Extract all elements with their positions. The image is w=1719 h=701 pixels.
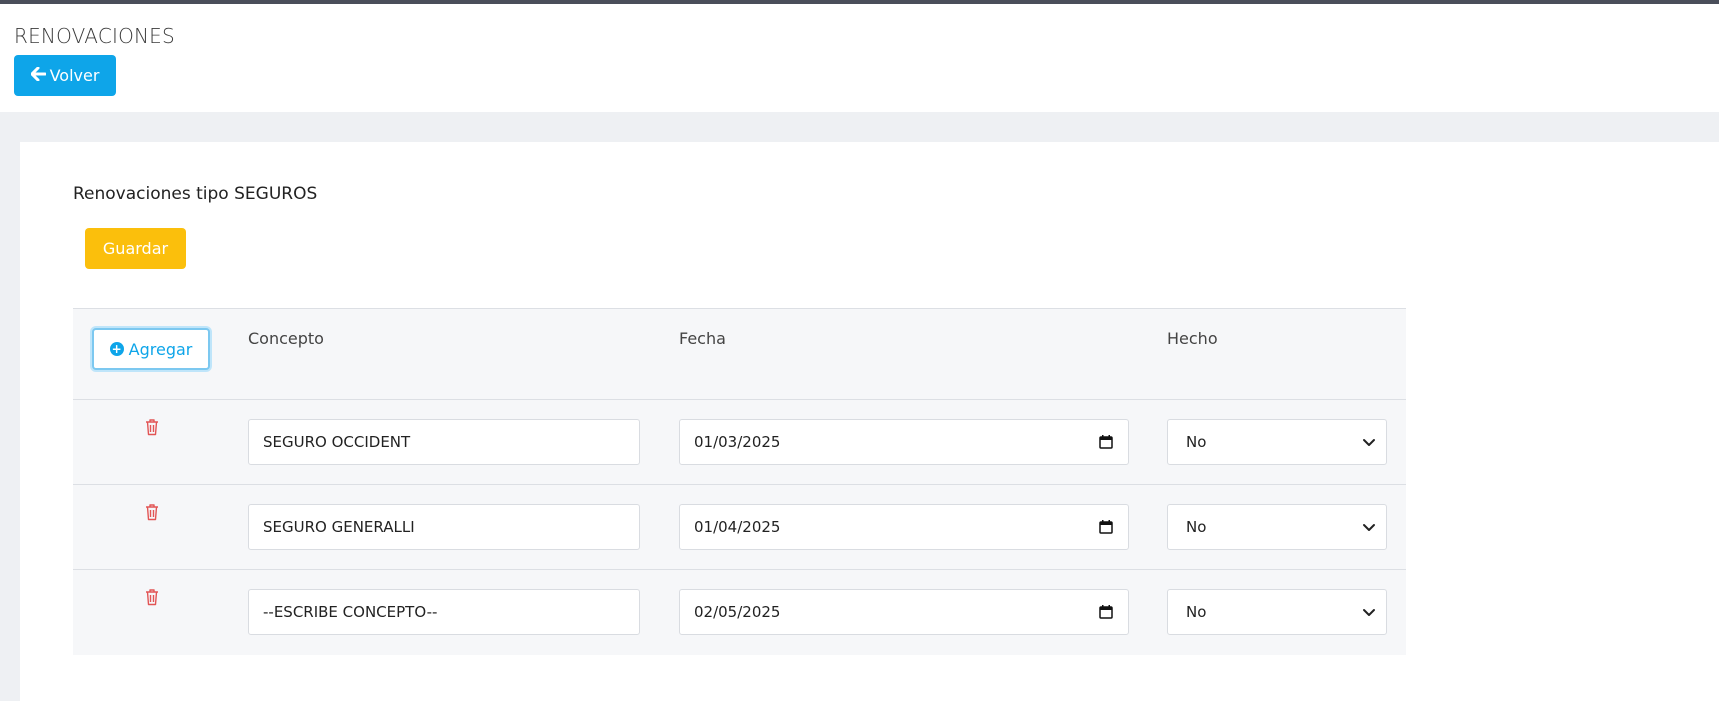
- hecho-select[interactable]: No: [1167, 589, 1387, 635]
- add-row-label: Agregar: [128, 339, 193, 359]
- chevron-down-icon: [1362, 435, 1376, 449]
- column-header-concepto: Concepto: [248, 329, 324, 348]
- hecho-select[interactable]: No: [1167, 419, 1387, 465]
- save-button[interactable]: Guardar: [85, 228, 186, 269]
- hecho-value: No: [1186, 433, 1207, 451]
- concepto-input[interactable]: SEGURO OCCIDENT: [248, 419, 640, 465]
- fecha-value: 02/05/2025: [694, 603, 781, 621]
- fecha-value: 01/04/2025: [694, 518, 781, 536]
- hecho-value: No: [1186, 518, 1207, 536]
- hecho-value: No: [1186, 603, 1207, 621]
- renewals-table: + Agregar Concepto Fecha Hecho SEGURO OC…: [73, 308, 1406, 655]
- column-header-hecho: Hecho: [1167, 329, 1218, 348]
- page-title: RENOVACIONES: [14, 24, 175, 48]
- hecho-select[interactable]: No: [1167, 504, 1387, 550]
- page-header: RENOVACIONES Volver: [0, 4, 1719, 112]
- trash-icon[interactable]: [145, 588, 159, 606]
- table-row: SEGURO OCCIDENT 01/03/2025 No: [73, 400, 1406, 485]
- calendar-icon[interactable]: [1098, 434, 1114, 450]
- table-row: SEGURO GENERALLI 01/04/2025 No: [73, 485, 1406, 570]
- concepto-input[interactable]: SEGURO GENERALLI: [248, 504, 640, 550]
- calendar-icon[interactable]: [1098, 604, 1114, 620]
- section-title: Renovaciones tipo SEGUROS: [73, 184, 318, 204]
- fecha-input[interactable]: 01/04/2025: [679, 504, 1129, 550]
- chevron-down-icon: [1362, 605, 1376, 619]
- fecha-value: 01/03/2025: [694, 433, 781, 451]
- column-header-fecha: Fecha: [679, 329, 726, 348]
- table-row: --ESCRIBE CONCEPTO-- 02/05/2025 No: [73, 570, 1406, 655]
- back-button[interactable]: Volver: [14, 55, 116, 96]
- chevron-down-icon: [1362, 520, 1376, 534]
- concepto-input[interactable]: --ESCRIBE CONCEPTO--: [248, 589, 640, 635]
- plus-circle-icon: +: [109, 342, 124, 356]
- calendar-icon[interactable]: [1098, 519, 1114, 535]
- fecha-input[interactable]: 01/03/2025: [679, 419, 1129, 465]
- fecha-input[interactable]: 02/05/2025: [679, 589, 1129, 635]
- arrow-left-icon: [30, 66, 47, 85]
- trash-icon[interactable]: [145, 418, 159, 436]
- trash-icon[interactable]: [145, 503, 159, 521]
- add-row-button[interactable]: + Agregar: [92, 328, 210, 370]
- back-button-label: Volver: [49, 66, 100, 85]
- main-card: Renovaciones tipo SEGUROS Guardar + Agre…: [20, 142, 1719, 701]
- table-header: + Agregar Concepto Fecha Hecho: [73, 308, 1406, 400]
